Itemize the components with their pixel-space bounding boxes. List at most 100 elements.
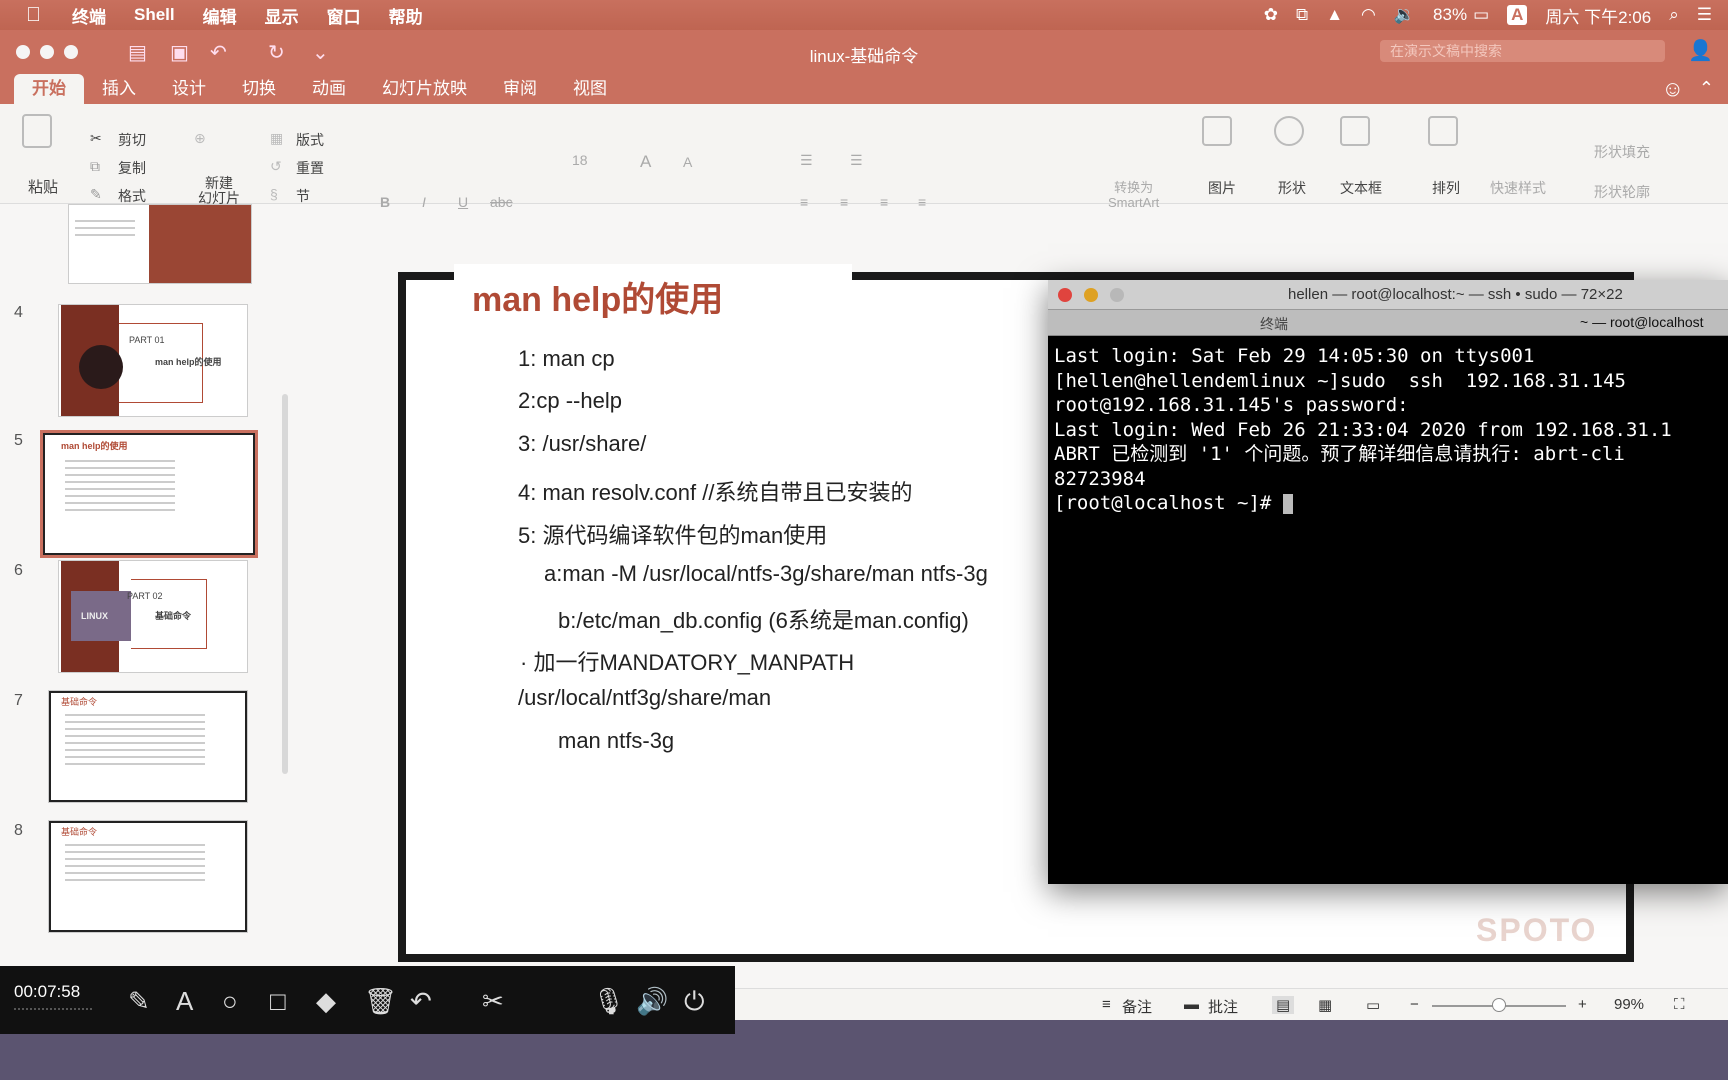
bullets-icon[interactable]: ☰ — [800, 152, 813, 169]
grow-font-icon[interactable]: A — [640, 152, 651, 172]
zoom-in-icon[interactable]: + — [1578, 996, 1587, 1013]
terminal-zoom-button[interactable] — [1110, 288, 1124, 302]
zoom-percentage[interactable]: 99% — [1614, 996, 1644, 1013]
arrange-button[interactable]: 排列 — [1432, 178, 1460, 198]
comments-button[interactable]: 批注 — [1208, 996, 1238, 1017]
format-painter-button[interactable]: 格式 — [118, 186, 146, 206]
presenter-view-icon[interactable]: ▭ — [1366, 996, 1380, 1014]
clock[interactable]: 周六 下午2:06 — [1545, 3, 1651, 28]
reset-button[interactable]: 重置 — [296, 158, 324, 178]
terminal-tab-1[interactable]: 终端 — [1260, 314, 1288, 334]
paste-button[interactable]: 粘贴 — [28, 176, 58, 197]
align-right-icon[interactable]: ≡ — [880, 194, 888, 210]
font-size-box[interactable]: 18 — [572, 152, 588, 168]
zoom-slider-knob[interactable] — [1492, 998, 1506, 1012]
section-button[interactable]: 节 — [296, 186, 310, 206]
slide-line-3[interactable]: 3: /usr/share/ — [518, 431, 646, 457]
terminal-output[interactable]: Last login: Sat Feb 29 14:05:30 on ttys0… — [1054, 344, 1724, 516]
slide-line-7[interactable]: b:/etc/man_db.config (6系统是man.config) — [558, 603, 969, 635]
menu-shell[interactable]: Shell — [134, 5, 175, 25]
copy-icon[interactable]: ⧉ — [90, 158, 100, 175]
app-status-icon[interactable]: ✿ — [1264, 5, 1278, 25]
paste-icon[interactable] — [22, 114, 52, 148]
terminal-minimize-button[interactable] — [1084, 288, 1098, 302]
normal-view-icon[interactable]: ▤ — [1272, 996, 1295, 1014]
underline-icon[interactable]: U — [458, 194, 468, 210]
slide-thumbnail-4[interactable]: PART 01 man help的使用 — [58, 304, 248, 417]
shape-button[interactable]: 形状 — [1278, 178, 1306, 198]
trash-icon[interactable]: 🗑 — [364, 986, 397, 1017]
slide-line-8[interactable]: · 加一行MANDATORY_MANPATH — [520, 645, 854, 677]
terminal-tab-2[interactable]: ~ — root@localhost — [1580, 314, 1704, 330]
textbox-icon[interactable] — [1340, 116, 1370, 146]
terminal-window[interactable]: hellen — root@localhost:~ — ssh • sudo —… — [1048, 280, 1728, 884]
tab-review[interactable]: 审阅 — [485, 74, 555, 104]
eraser-icon[interactable]: ◆ — [316, 986, 336, 1017]
collapse-ribbon-icon[interactable]: ⌃ — [1699, 78, 1714, 99]
screen-icon[interactable]: ⧉ — [1296, 5, 1308, 25]
menu-window[interactable]: 窗口 — [327, 3, 361, 28]
menu-edit[interactable]: 编辑 — [203, 3, 237, 28]
cut-button[interactable]: 剪切 — [118, 130, 146, 150]
section-icon[interactable]: § — [270, 186, 278, 202]
rectangle-tool-icon[interactable]: □ — [270, 986, 286, 1017]
slide-line-4[interactable]: 4: man resolv.conf //系统自带且已安装的 — [518, 475, 912, 507]
wifi-icon[interactable]: ◠ — [1361, 5, 1376, 25]
slide-thumbnail-7[interactable]: 基础命令 — [48, 690, 248, 803]
tab-view[interactable]: 视图 — [555, 74, 625, 104]
power-icon[interactable]: ⏻ — [684, 986, 705, 1018]
picture-icon[interactable] — [1202, 116, 1232, 146]
share-user-icon[interactable]: 👤 — [1688, 38, 1713, 63]
bold-icon[interactable]: B — [380, 194, 390, 210]
thumbnail-scrollbar[interactable] — [282, 394, 288, 774]
slide-line-2[interactable]: 2:cp --help — [518, 388, 622, 414]
terminal-close-button[interactable] — [1058, 288, 1072, 302]
tab-transitions[interactable]: 切换 — [224, 74, 294, 104]
input-method[interactable]: A — [1507, 5, 1528, 25]
menu-terminal[interactable]: 终端 — [72, 3, 106, 28]
slide-line-6[interactable]: a:man -M /usr/local/ntfs-3g/share/man nt… — [544, 561, 988, 587]
comments-icon[interactable]: ▬ — [1184, 996, 1199, 1013]
shape-outline-button[interactable]: 形状轮廓 — [1594, 182, 1650, 202]
battery-icon[interactable]: ▭ — [1473, 5, 1489, 25]
notes-button[interactable]: 备注 — [1122, 996, 1152, 1017]
align-center-icon[interactable]: ≡ — [840, 194, 848, 210]
tab-design[interactable]: 设计 — [154, 74, 224, 104]
notification-center-icon[interactable]: ☰ — [1697, 5, 1712, 25]
volume-icon[interactable]: 🔉 — [1394, 5, 1415, 25]
layout-button[interactable]: 版式 — [296, 130, 324, 150]
fit-to-window-icon[interactable]: ⛶ — [1674, 996, 1685, 1013]
justify-icon[interactable]: ≡ — [918, 194, 926, 210]
copy-button[interactable]: 复制 — [118, 158, 146, 178]
tab-animations[interactable]: 动画 — [294, 74, 364, 104]
tab-home[interactable]: 开始 — [14, 74, 84, 104]
zoom-out-icon[interactable]: − — [1410, 996, 1419, 1013]
slide-line-1[interactable]: 1: man cp — [518, 346, 615, 372]
quick-styles-button[interactable]: 快速样式 — [1490, 178, 1546, 198]
reset-icon[interactable]: ↺ — [270, 158, 282, 175]
speaker-icon[interactable]: 🔊 — [636, 986, 668, 1017]
apple-menu-icon[interactable]:  — [26, 4, 54, 27]
slide-title[interactable]: man help的使用 — [472, 272, 723, 321]
slide-sorter-icon[interactable]: ▦ — [1318, 996, 1332, 1014]
slide-line-10[interactable]: man ntfs-3g — [558, 728, 674, 754]
italic-icon[interactable]: I — [422, 194, 426, 210]
format-painter-icon[interactable]: ✎ — [90, 186, 102, 203]
new-slide-icon[interactable]: ⊕ — [194, 130, 206, 147]
slide-thumbnail-6[interactable]: LINUX PART 02 基础命令 — [58, 560, 248, 673]
tab-insert[interactable]: 插入 — [84, 74, 154, 104]
slide-thumbnail-5-selected[interactable]: man help的使用 — [40, 430, 258, 558]
strikethrough-icon[interactable]: abc — [490, 194, 513, 210]
slide-line-9[interactable]: /usr/local/ntf3g/share/man — [518, 685, 771, 711]
pen-icon[interactable]: ✎ — [128, 986, 150, 1017]
textbox-button[interactable]: 文本框 — [1340, 178, 1382, 198]
slide-line-5[interactable]: 5: 源代码编译软件包的man使用 — [518, 518, 827, 550]
notes-icon[interactable]: ≡ — [1102, 996, 1111, 1013]
slide-thumbnail-3[interactable] — [68, 204, 252, 284]
text-tool-icon[interactable]: A — [176, 986, 193, 1017]
arrange-icon[interactable] — [1428, 116, 1458, 146]
numbering-icon[interactable]: ☰ — [850, 152, 863, 169]
shrink-font-icon[interactable]: A — [683, 154, 692, 170]
microphone-icon[interactable]: 🎙 — [592, 986, 625, 1017]
menu-view[interactable]: 显示 — [265, 3, 299, 28]
